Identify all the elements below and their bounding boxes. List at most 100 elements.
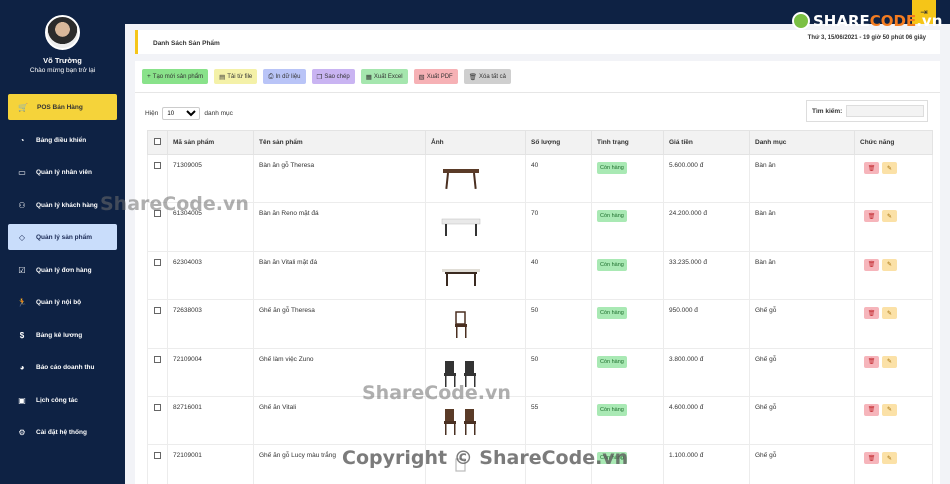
- delete-button[interactable]: 🗑: [864, 307, 879, 320]
- nav-revenue[interactable]: ◕ Báo cáo doanh thu: [8, 354, 117, 380]
- edit-button[interactable]: ✎: [882, 452, 897, 465]
- cell-code: 72638003: [167, 299, 254, 349]
- tag-icon: ◇: [18, 232, 26, 242]
- nav-label: POS Bán Hàng: [37, 103, 83, 111]
- show-label: Hiện: [145, 110, 159, 117]
- cell-code: 72109001: [167, 444, 254, 484]
- cell-name: Bàn ăn Vitali mặt đá: [253, 250, 426, 301]
- status-badge: Còn hàng: [597, 307, 627, 320]
- nav-payroll[interactable]: $ Bảng kê lương: [8, 322, 117, 348]
- search-label: Tìm kiếm:: [812, 107, 843, 115]
- cell-qty: 40: [525, 153, 592, 204]
- logout-button[interactable]: ⇥: [912, 0, 936, 24]
- nav-label: Quản lý nhân viên: [36, 168, 92, 176]
- cell-name: Ghế ăn gỗ Theresa: [253, 299, 426, 349]
- delete-all-button[interactable]: 🗑 Xóa tất cả: [463, 69, 512, 84]
- page-size-select[interactable]: 10: [162, 107, 201, 120]
- toolbar: + Tạo mới sản phẩm ▤ Tải từ file ⎙ In dữ li…: [142, 69, 512, 84]
- cell-name: Ghế ăn gỗ Lucy màu trắng: [253, 444, 426, 484]
- row-checkbox[interactable]: [154, 452, 161, 460]
- col-price[interactable]: Giá tiền: [663, 130, 750, 155]
- cell-price: 4.600.000 đ: [663, 395, 750, 446]
- export-excel-button[interactable]: ▦ Xuất Excel: [360, 69, 408, 84]
- nav-settings[interactable]: ⚙ Cài đặt hệ thống: [8, 419, 117, 445]
- edit-button[interactable]: ✎: [882, 307, 897, 320]
- cell-actions: 🗑 ✎: [854, 444, 933, 484]
- row-checkbox[interactable]: [154, 403, 161, 411]
- cell-category: Ghế gỗ: [749, 347, 855, 397]
- col-name[interactable]: Tên sản phẩm: [253, 130, 426, 155]
- nav-customers[interactable]: ⚇ Quản lý khách hàng: [8, 192, 117, 218]
- divider: [135, 92, 940, 93]
- cell-image: [425, 395, 526, 446]
- status-badge: Còn hàng: [597, 258, 627, 271]
- status-badge: Còn hàng: [597, 210, 627, 223]
- row-select-cell: [147, 347, 168, 397]
- avatar[interactable]: [45, 15, 80, 50]
- nav-products[interactable]: ◇ Quản lý sản phẩm: [8, 224, 117, 250]
- stone-table-image: [441, 219, 481, 237]
- cell-code: 61304005: [167, 202, 254, 252]
- delete-button[interactable]: 🗑: [864, 162, 879, 174]
- cell-qty: 40: [525, 250, 592, 301]
- nav-schedule[interactable]: ▣ Lịch công tác: [8, 387, 117, 413]
- logout-icon: ⇥: [920, 6, 928, 17]
- nav-pos[interactable]: 🛒 POS Bán Hàng: [8, 94, 117, 120]
- row-checkbox[interactable]: [154, 258, 161, 266]
- cell-category: Ghế gỗ: [749, 444, 855, 484]
- export-pdf-button[interactable]: ▧ Xuất PDF: [413, 69, 458, 84]
- dollar-icon: $: [19, 330, 25, 340]
- nav-label: Quản lý nội bộ: [36, 298, 82, 306]
- delete-button[interactable]: 🗑: [864, 403, 879, 416]
- nav-internal[interactable]: 🏃 Quản lý nội bộ: [8, 289, 117, 315]
- entries-label: danh mục: [204, 110, 233, 117]
- col-code[interactable]: Mã sản phẩm: [167, 130, 254, 155]
- delete-button[interactable]: 🗑: [864, 210, 879, 223]
- cell-status: Còn hàng: [591, 153, 664, 204]
- trash-icon: 🗑: [468, 73, 477, 81]
- cell-name: Ghế làm việc Zuno: [253, 347, 426, 397]
- id-card-icon: ▭: [18, 167, 26, 177]
- cell-actions: 🗑 ✎: [854, 153, 933, 204]
- chair-image: [455, 311, 467, 339]
- row-checkbox[interactable]: [154, 355, 161, 363]
- copy-button[interactable]: ❐ Sao chép: [311, 69, 355, 84]
- cell-name: Ghế ăn Vitali: [253, 395, 426, 446]
- edit-button[interactable]: ✎: [882, 355, 897, 368]
- edit-button[interactable]: ✎: [882, 258, 897, 271]
- print-button[interactable]: ⎙ In dữ liệu: [263, 69, 306, 84]
- upload-file-button[interactable]: ▤ Tải từ file: [214, 69, 258, 84]
- col-status[interactable]: Tình trạng: [591, 130, 664, 155]
- stone-table-image: [442, 268, 480, 286]
- nav-dashboard[interactable]: ◔ Bảng điều khiển: [8, 127, 117, 153]
- cell-qty: 50: [525, 299, 592, 349]
- col-image[interactable]: Ảnh: [425, 130, 526, 155]
- nav-employees[interactable]: ▭ Quản lý nhân viên: [8, 159, 117, 185]
- delete-button[interactable]: 🗑: [864, 355, 879, 368]
- cell-qty: 55: [525, 395, 592, 446]
- table-row: 71309005 Bàn ăn gỗ Theresa 40 Còn hàng 5…: [147, 153, 933, 204]
- edit-button[interactable]: ✎: [882, 403, 897, 416]
- table-row: 62304003 Bàn ăn Vitali mặt đá 40 Còn hàn…: [147, 250, 933, 301]
- col-actions[interactable]: Chức năng: [854, 130, 933, 155]
- cell-image: [425, 250, 526, 301]
- users-icon: ⚇: [18, 200, 26, 210]
- edit-button[interactable]: ✎: [882, 210, 897, 223]
- row-checkbox[interactable]: [154, 307, 161, 315]
- cart-icon: 🛒: [18, 102, 28, 112]
- delete-button[interactable]: 🗑: [864, 258, 879, 271]
- cell-image: [425, 153, 526, 204]
- col-qty[interactable]: Số lượng: [525, 130, 592, 155]
- edit-button[interactable]: ✎: [882, 162, 897, 174]
- select-all-checkbox[interactable]: [154, 138, 161, 145]
- add-product-button[interactable]: + Tạo mới sản phẩm: [142, 69, 209, 84]
- col-category[interactable]: Danh mục: [749, 130, 855, 155]
- search-input[interactable]: [846, 105, 925, 117]
- delete-button[interactable]: 🗑: [864, 452, 879, 465]
- row-checkbox[interactable]: [154, 210, 161, 218]
- nav-orders[interactable]: ☑ Quản lý đơn hàng: [8, 257, 117, 283]
- row-checkbox[interactable]: [154, 162, 161, 169]
- pie-chart-icon: ◕: [19, 362, 25, 372]
- status-badge: Còn hàng: [597, 355, 627, 368]
- pdf-icon: ▧: [418, 73, 425, 81]
